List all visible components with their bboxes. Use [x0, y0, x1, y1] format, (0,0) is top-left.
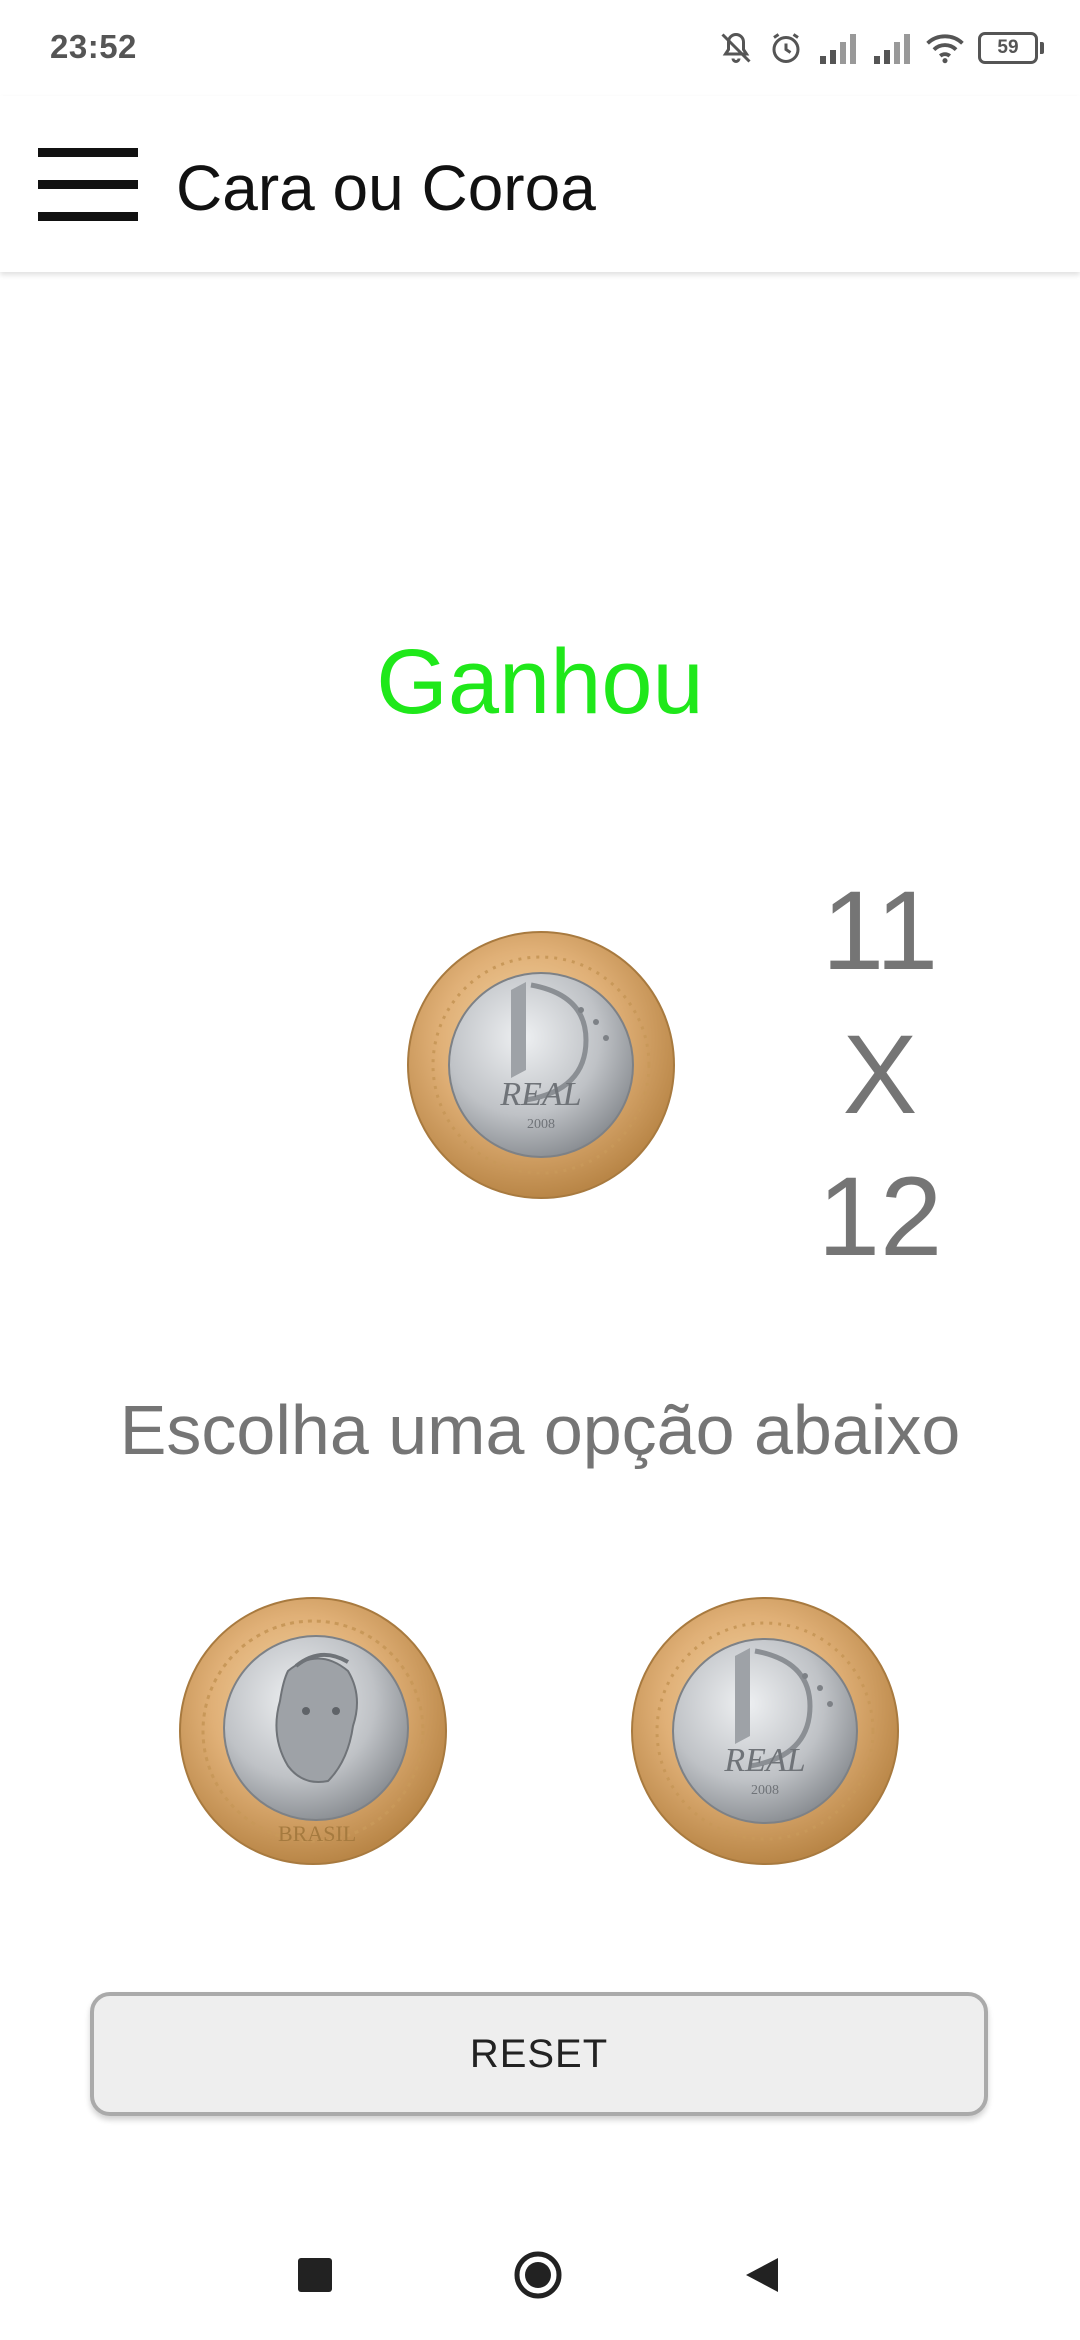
status-time: 23:52 — [50, 28, 137, 65]
app-bar: Cara ou Coroa — [0, 96, 1080, 272]
home-icon[interactable] — [513, 2250, 563, 2300]
score-cpu: 12 — [817, 1154, 943, 1279]
svg-text:BRASIL: BRASIL — [278, 1821, 356, 1846]
hamburger-menu-icon[interactable] — [38, 148, 138, 224]
svg-text:2008: 2008 — [527, 1117, 555, 1132]
result-text: Ganhou — [376, 631, 704, 733]
signal-icon — [818, 32, 858, 64]
svg-text:REAL: REAL — [499, 1076, 581, 1113]
reset-button[interactable]: RESET — [90, 1992, 988, 2116]
coin-heads-icon: BRASIL — [179, 1597, 447, 1865]
svg-text:2008: 2008 — [751, 1783, 779, 1798]
wifi-icon — [926, 32, 964, 64]
choice-tails-button[interactable]: REAL 2008 — [630, 1596, 900, 1866]
back-icon[interactable] — [742, 2255, 782, 2295]
dnd-off-icon — [718, 30, 754, 66]
prompt-text: Escolha uma opção abaixo — [119, 1391, 961, 1469]
alarm-icon — [768, 30, 804, 66]
app-title: Cara ou Coroa — [176, 152, 596, 224]
battery-icon: 59 — [978, 32, 1044, 64]
status-bar: 23:52 59 — [0, 0, 1080, 96]
recents-icon[interactable] — [298, 2258, 332, 2292]
coin-tails-icon: REAL 2008 — [406, 930, 676, 1200]
signal-icon — [872, 32, 912, 64]
score-player: 11 — [821, 868, 939, 993]
score-separator: X — [842, 1012, 918, 1137]
choice-heads-button[interactable]: BRASIL — [178, 1596, 448, 1866]
coin-tails-icon: REAL 2008 — [631, 1597, 899, 1865]
svg-text:REAL: REAL — [723, 1742, 805, 1779]
status-icons: 59 — [718, 26, 1044, 70]
battery-level: 59 — [978, 32, 1038, 64]
